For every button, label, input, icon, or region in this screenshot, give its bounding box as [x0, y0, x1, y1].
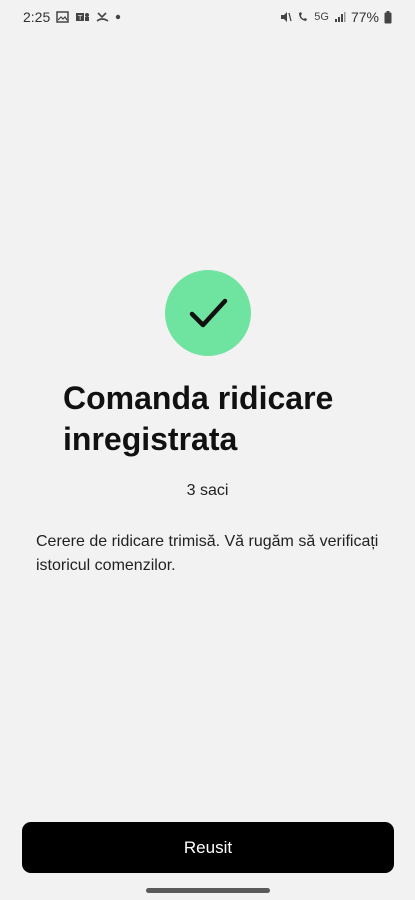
5g-icon: 5G — [314, 11, 329, 23]
status-bar: 2:25 T 5G 77% — [0, 0, 415, 34]
success-button[interactable]: Reusit — [22, 822, 394, 873]
home-indicator[interactable] — [146, 888, 270, 893]
missed-call-icon — [96, 11, 109, 23]
mute-icon — [280, 11, 292, 23]
success-badge — [165, 270, 251, 356]
dot-icon — [115, 14, 121, 20]
teams-icon: T — [75, 11, 90, 23]
status-time: 2:25 — [23, 9, 51, 25]
checkmark-icon — [189, 298, 228, 328]
confirmation-message: Cerere de ridicare trimisă. Vă rugăm să … — [36, 533, 379, 574]
battery-percent: 77% — [350, 9, 379, 25]
signal-icon — [334, 11, 346, 23]
confirmation-title: Comanda ridicare inregistrata — [63, 380, 334, 457]
status-right: 5G 77% — [280, 9, 392, 25]
wifi-calling-icon — [297, 11, 309, 23]
svg-text:T: T — [77, 14, 83, 22]
status-left: 2:25 T — [23, 9, 121, 25]
gallery-icon — [56, 11, 69, 23]
bag-count: 3 saci — [186, 482, 229, 499]
battery-icon — [384, 10, 392, 24]
